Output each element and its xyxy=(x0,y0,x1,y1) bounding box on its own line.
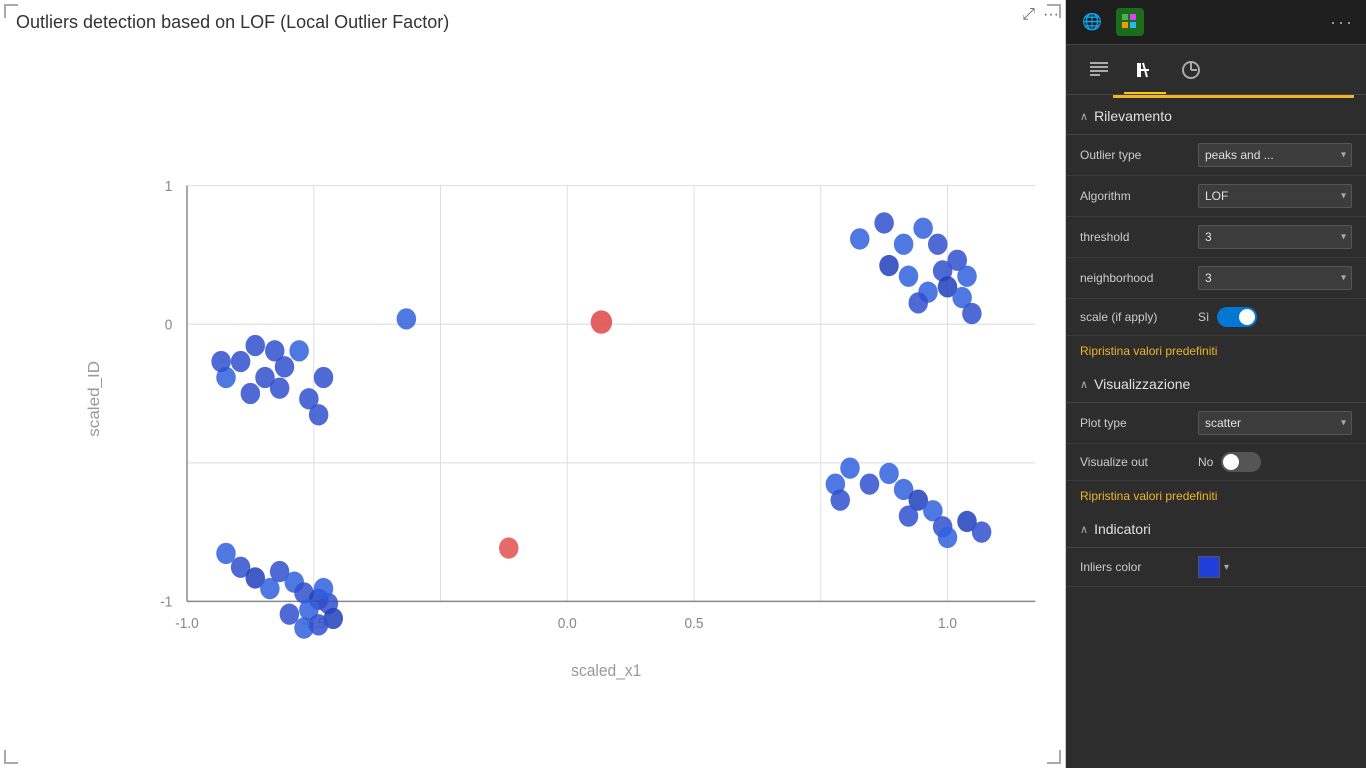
section-visualizzazione-header[interactable]: ∧ Visualizzazione xyxy=(1066,366,1366,402)
section-visualizzazione-label: Visualizzazione xyxy=(1094,376,1190,392)
scale-row: scale (if apply) Sì xyxy=(1066,299,1366,336)
outlier-type-label: Outlier type xyxy=(1080,148,1190,162)
visualize-out-toggle[interactable] xyxy=(1221,452,1261,472)
plot-type-select-wrapper[interactable]: scatter xyxy=(1198,411,1352,435)
svg-text:0.5: 0.5 xyxy=(685,616,704,633)
sidebar-header-more[interactable]: ··· xyxy=(1330,12,1354,33)
algorithm-label: Algorithm xyxy=(1080,189,1190,203)
inliers-color-swatch[interactable] xyxy=(1198,556,1220,578)
visualize-out-value-text: No xyxy=(1198,455,1213,469)
chevron-rilevamento: ∧ xyxy=(1080,110,1088,123)
threshold-row: threshold 3 xyxy=(1066,217,1366,258)
svg-text:0.0: 0.0 xyxy=(558,616,577,633)
plot-type-row: Plot type scatter xyxy=(1066,403,1366,444)
scale-label: scale (if apply) xyxy=(1080,310,1190,324)
algorithm-select-wrapper[interactable]: LOF xyxy=(1198,184,1352,208)
scale-toggle[interactable] xyxy=(1217,307,1257,327)
grid-chart-icon[interactable] xyxy=(1116,8,1144,36)
threshold-select-wrapper[interactable]: 3 xyxy=(1198,225,1352,249)
neighborhood-row: neighborhood 3 xyxy=(1066,258,1366,299)
neighborhood-select-wrapper[interactable]: 3 xyxy=(1198,266,1352,290)
algorithm-row: Algorithm LOF xyxy=(1066,176,1366,217)
scale-toggle-container: Sì xyxy=(1198,307,1257,327)
neighborhood-label: neighborhood xyxy=(1080,271,1190,285)
reset-link-1[interactable]: Ripristina valori predefiniti xyxy=(1066,336,1366,366)
inliers-color-row: Inliers color ▾ xyxy=(1066,548,1366,587)
svg-text:scaled_x1: scaled_x1 xyxy=(571,661,641,680)
svg-text:1.0: 1.0 xyxy=(938,616,957,633)
algorithm-select[interactable]: LOF xyxy=(1198,184,1352,208)
section-indicatori-header[interactable]: ∧ Indicatori xyxy=(1066,511,1366,547)
section-rilevamento-label: Rilevamento xyxy=(1094,108,1172,124)
plot-type-select[interactable]: scatter xyxy=(1198,411,1352,435)
chevron-indicatori: ∧ xyxy=(1080,523,1088,536)
reset-link-2[interactable]: Ripristina valori predefiniti xyxy=(1066,481,1366,511)
outlier-type-select[interactable]: peaks and ... xyxy=(1198,143,1352,167)
visualize-out-toggle-container: No xyxy=(1198,452,1261,472)
section-rilevamento-header[interactable]: ∧ Rilevamento xyxy=(1066,98,1366,134)
svg-text:1: 1 xyxy=(165,178,173,195)
outlier-type-select-wrapper[interactable]: peaks and ... xyxy=(1198,143,1352,167)
svg-text:0: 0 xyxy=(165,317,173,334)
chart-title: Outliers detection based on LOF (Local O… xyxy=(0,0,1065,37)
sidebar-header: 🌐 ··· xyxy=(1066,0,1366,45)
more-options-icon[interactable]: ··· xyxy=(1043,6,1059,24)
scatter-plot-svg: 1 0 -1 -1.0 -0.5 0.0 0.5 1.0 scaled_x1 s… xyxy=(70,47,1045,708)
tab-fields[interactable] xyxy=(1078,53,1120,94)
section-indicatori-label: Indicatori xyxy=(1094,521,1151,537)
visualize-out-row: Visualize out No xyxy=(1066,444,1366,481)
visualize-out-label: Visualize out xyxy=(1080,455,1190,469)
svg-text:scaled_ID: scaled_ID xyxy=(86,361,103,437)
svg-text:-1.0: -1.0 xyxy=(175,616,199,633)
outlier-type-row: Outlier type peaks and ... xyxy=(1066,135,1366,176)
plot-type-label: Plot type xyxy=(1080,416,1190,430)
chart-topbar: ⤢ ··· xyxy=(1022,6,1059,24)
chart-area: ⤢ ··· Outliers detection based on LOF (L… xyxy=(0,0,1066,768)
svg-text:-1: -1 xyxy=(160,594,172,611)
tab-format[interactable] xyxy=(1124,53,1166,94)
chevron-visualizzazione: ∧ xyxy=(1080,378,1088,391)
tab-analytics[interactable] xyxy=(1170,53,1212,94)
scale-value-text: Sì xyxy=(1198,310,1209,324)
sidebar: 🌐 ··· xyxy=(1066,0,1366,768)
neighborhood-select[interactable]: 3 xyxy=(1198,266,1352,290)
expand-icon[interactable]: ⤢ xyxy=(1022,6,1035,24)
inliers-color-control[interactable]: ▾ xyxy=(1198,556,1229,578)
threshold-label: threshold xyxy=(1080,230,1190,244)
threshold-select[interactable]: 3 xyxy=(1198,225,1352,249)
scale-toggle-knob xyxy=(1239,309,1255,325)
globe-icon[interactable]: 🌐 xyxy=(1078,8,1106,36)
inliers-color-label: Inliers color xyxy=(1080,560,1190,574)
sidebar-tabs xyxy=(1066,45,1366,95)
inliers-color-chevron[interactable]: ▾ xyxy=(1224,562,1229,573)
chart-container: 1 0 -1 -1.0 -0.5 0.0 0.5 1.0 scaled_x1 s… xyxy=(0,37,1065,768)
corner-tl xyxy=(4,4,18,18)
visualize-out-toggle-knob xyxy=(1223,454,1239,470)
